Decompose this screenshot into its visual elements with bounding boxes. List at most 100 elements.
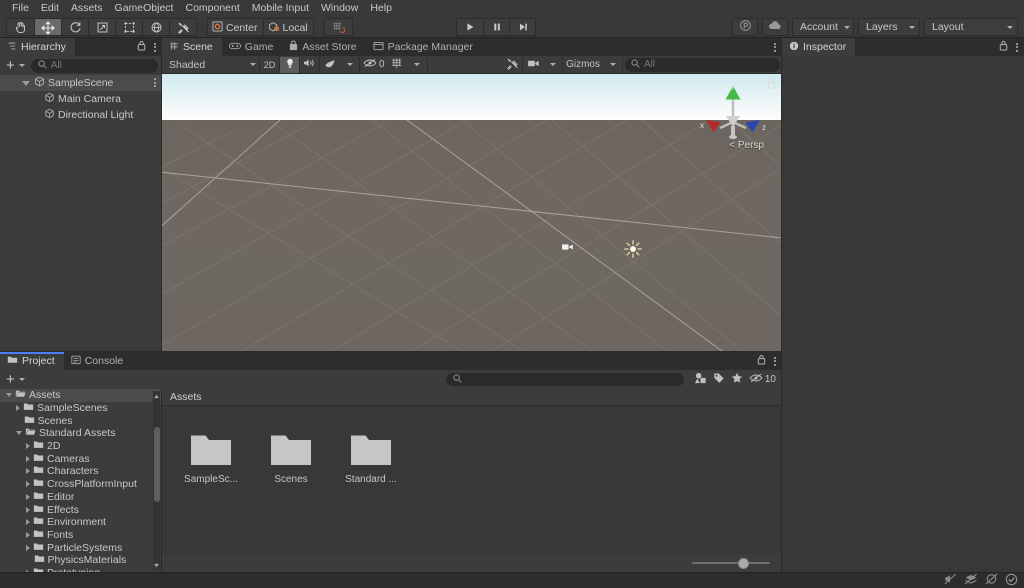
chevron-right-icon[interactable] <box>26 506 30 513</box>
scene-grid-button[interactable]: Y <box>387 56 408 73</box>
hierarchy-search-input[interactable]: All <box>30 58 158 73</box>
menu-item-component[interactable]: Component <box>179 0 245 16</box>
tree-row-fonts[interactable]: Fonts <box>0 529 161 542</box>
tree-row-effects[interactable]: Effects <box>0 503 161 516</box>
tree-row-cameras[interactable]: Cameras <box>0 452 161 465</box>
menu-item-file[interactable]: File <box>6 0 35 16</box>
asset-item-standard-assets[interactable]: Standard ... <box>340 432 402 485</box>
lighting-toggle-button[interactable] <box>280 56 300 73</box>
tab-hierarchy[interactable]: Hierarchy <box>0 38 75 56</box>
project-menu-icon[interactable] <box>772 356 778 366</box>
effects-dropdown[interactable] <box>340 56 360 73</box>
chevron-down-icon[interactable] <box>6 393 12 398</box>
move-tool-button[interactable] <box>34 18 61 35</box>
menu-item-gameobject[interactable]: GameObject <box>109 0 180 16</box>
asset-zoom-slider[interactable] <box>692 557 770 569</box>
inspector-menu-icon[interactable] <box>1014 42 1020 52</box>
scene-camera-dropdown[interactable] <box>543 56 564 73</box>
2d-toggle-button[interactable]: 2D <box>260 56 280 73</box>
pivot-rotation-button[interactable]: Local <box>262 18 313 35</box>
transform-tool-button[interactable] <box>142 18 169 35</box>
star-icon[interactable] <box>731 372 743 387</box>
chevron-right-icon[interactable] <box>26 455 30 462</box>
hand-tool-button[interactable] <box>7 18 34 35</box>
rect-tool-button[interactable] <box>115 18 142 35</box>
hierarchy-row-directional-light[interactable]: Directional Light <box>0 107 162 123</box>
play-button[interactable] <box>457 19 483 35</box>
filter-label-icon[interactable] <box>713 372 725 387</box>
hidden-packages-indicator[interactable]: 10 <box>749 373 776 386</box>
tree-row-crossplatforminput[interactable]: CrossPlatformInput <box>0 478 161 491</box>
breadcrumb[interactable]: Assets <box>162 389 782 406</box>
grid-snapping-button[interactable] <box>324 18 352 35</box>
scene-menu-icon[interactable] <box>772 42 778 52</box>
menu-item-help[interactable]: Help <box>364 0 398 16</box>
scene-row-menu-icon[interactable] <box>152 78 158 87</box>
collab-button[interactable] <box>732 18 758 36</box>
scroll-down-arrow-icon[interactable] <box>153 559 160 571</box>
cloud-button[interactable] <box>762 18 788 36</box>
effects-toggle-button[interactable] <box>320 56 340 73</box>
tree-row-assets[interactable]: Assets <box>0 389 161 402</box>
draw-mode-dropdown[interactable]: Shaded <box>164 56 260 73</box>
tree-row-particlesystems[interactable]: ParticleSystems <box>0 541 161 554</box>
project-tree-scrollbar[interactable] <box>153 391 160 570</box>
scene-camera-button[interactable] <box>523 56 544 73</box>
project-add-button[interactable]: + <box>4 372 27 387</box>
gizmos-dropdown[interactable] <box>603 56 623 73</box>
hierarchy-menu-icon[interactable] <box>152 42 158 52</box>
tab-console[interactable]: Console <box>63 352 133 370</box>
scroll-up-arrow-icon[interactable] <box>153 390 160 402</box>
tab-project[interactable]: Project <box>0 352 64 370</box>
custom-editor-tool-button[interactable] <box>169 18 196 35</box>
lock-icon[interactable] <box>999 40 1008 54</box>
projection-label[interactable]: < Persp <box>729 140 764 151</box>
scene-tools-button[interactable] <box>503 56 524 73</box>
tree-row-samplescenes[interactable]: SampleScenes <box>0 402 161 415</box>
tab-game[interactable]: Game <box>221 38 283 56</box>
tree-row-editor[interactable]: Editor <box>0 491 161 504</box>
tree-row-characters[interactable]: Characters <box>0 465 161 478</box>
scene-grid-dropdown[interactable] <box>407 56 428 73</box>
scale-tool-button[interactable] <box>88 18 115 35</box>
chevron-down-icon[interactable] <box>16 431 22 436</box>
chevron-right-icon[interactable] <box>26 468 30 475</box>
chevron-down-icon[interactable] <box>22 80 30 86</box>
tab-package-manager[interactable]: Package Manager <box>365 38 482 56</box>
tree-row-standard-assets[interactable]: Standard Assets <box>0 427 161 440</box>
gizmo-lock-icon[interactable] <box>767 78 776 92</box>
tab-inspector[interactable]: Inspector <box>782 38 856 56</box>
layers-status-icon[interactable] <box>964 573 978 588</box>
menu-item-mobile-input[interactable]: Mobile Input <box>246 0 315 16</box>
chevron-right-icon[interactable] <box>16 405 20 412</box>
chevron-right-icon[interactable] <box>26 481 30 488</box>
camera-gizmo[interactable] <box>561 242 574 255</box>
light-gizmo[interactable] <box>624 240 642 261</box>
layers-dropdown[interactable]: Layers <box>858 18 920 36</box>
tab-asset-store[interactable]: Asset Store <box>282 38 366 56</box>
chevron-right-icon[interactable] <box>26 531 30 538</box>
scrollbar-thumb[interactable] <box>153 427 160 502</box>
layout-dropdown[interactable]: Layout <box>924 18 1018 36</box>
lock-icon[interactable] <box>137 40 146 54</box>
tree-row-scenes[interactable]: Scenes <box>0 414 161 427</box>
slider-knob[interactable] <box>738 557 749 569</box>
asset-item-scenes[interactable]: Scenes <box>260 432 322 485</box>
check-status-icon[interactable] <box>1005 573 1018 588</box>
pause-button[interactable] <box>483 19 509 35</box>
account-dropdown[interactable]: Account <box>792 18 854 36</box>
hierarchy-row-samplescene[interactable]: SampleScene <box>0 75 162 91</box>
asset-item-samplescenes[interactable]: SampleSc... <box>180 432 242 485</box>
project-search-input[interactable] <box>446 373 684 386</box>
scene-search-input[interactable]: All <box>625 57 780 72</box>
pivot-mode-button[interactable]: Center <box>208 18 263 35</box>
rotate-tool-button[interactable] <box>61 18 88 35</box>
tree-row-2d[interactable]: 2D <box>0 440 161 453</box>
chevron-right-icon[interactable] <box>26 544 30 551</box>
hierarchy-row-main-camera[interactable]: Main Camera <box>0 91 162 107</box>
gizmos-button[interactable]: Gizmos <box>563 56 603 73</box>
lock-icon[interactable] <box>757 354 766 368</box>
mute-audio-icon[interactable] <box>944 573 957 588</box>
audio-toggle-button[interactable] <box>300 56 320 73</box>
hierarchy-add-button[interactable]: + <box>4 58 27 73</box>
